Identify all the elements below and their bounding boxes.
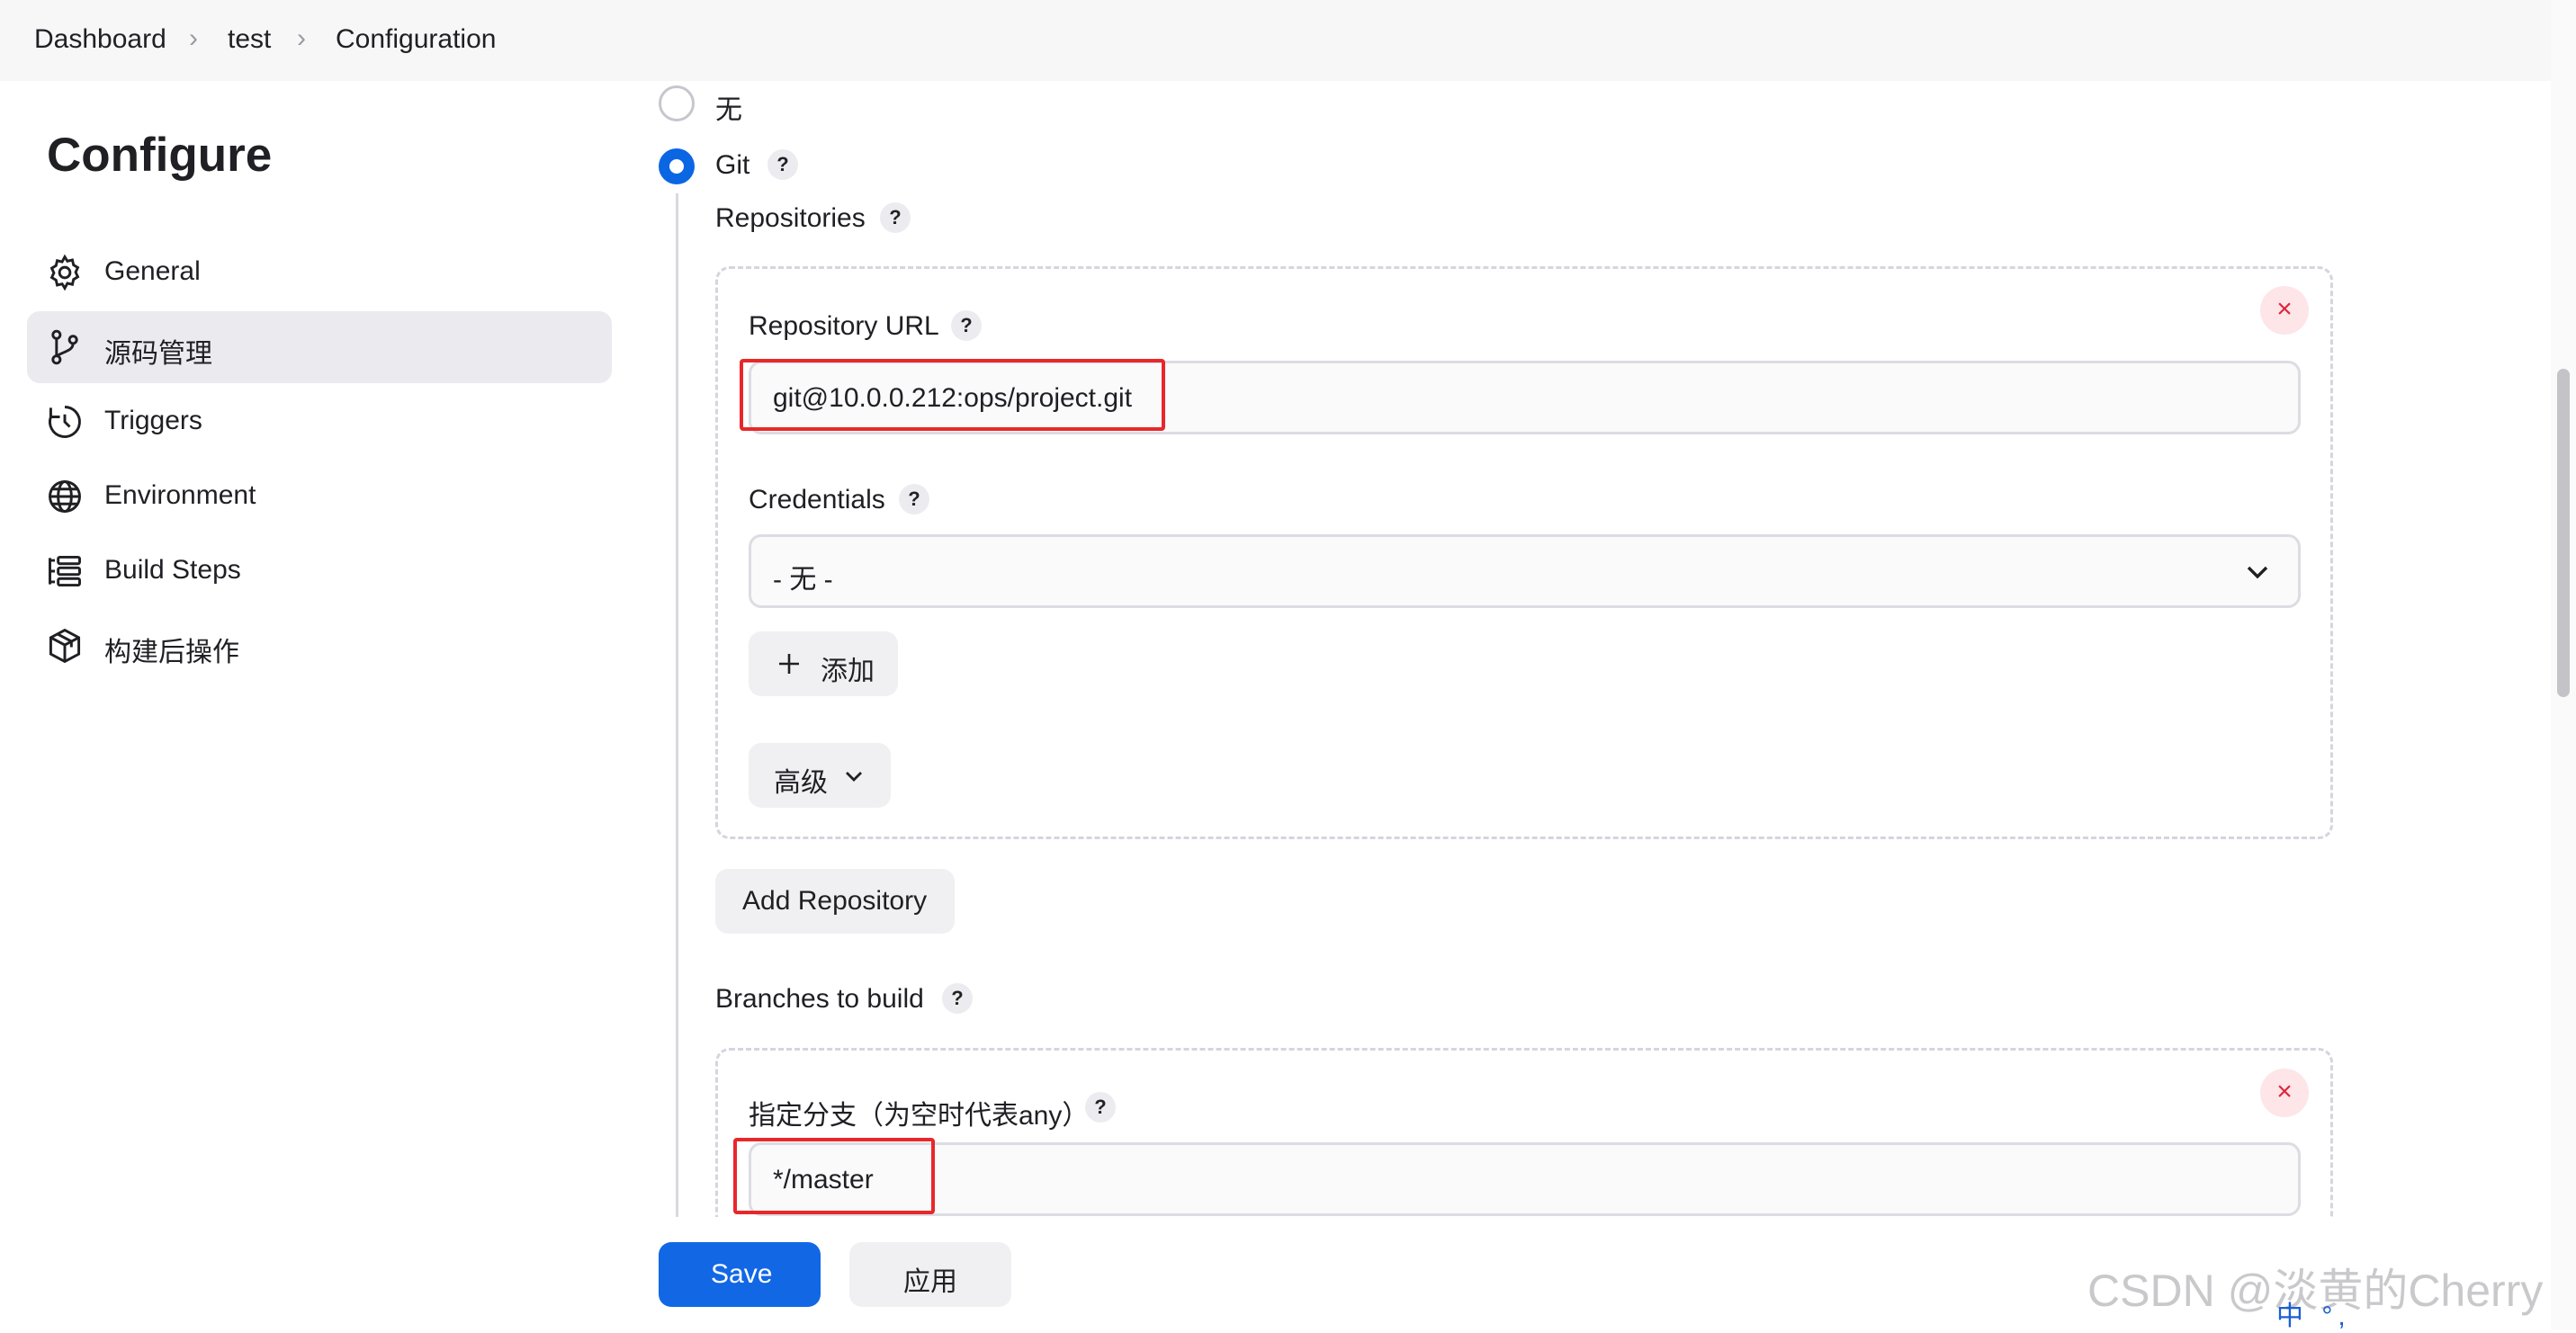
ime-indicator[interactable]: 中 °, [2276,1302,2351,1331]
branches-label: Branches to build [715,984,924,1014]
package-icon [49,628,81,664]
scm-none-label: 无 [715,95,742,125]
advanced-button[interactable]: 高级 [749,743,891,808]
scm-none-radio[interactable] [659,85,695,121]
sidebar-item-environment[interactable]: Environment [27,461,612,532]
help-icon[interactable]: ? [1085,1092,1116,1123]
help-icon[interactable]: ? [880,202,911,233]
delete-branch-button[interactable]: × [2260,1069,2309,1117]
help-icon[interactable]: ? [951,310,982,341]
save-label: Save [711,1259,773,1289]
credentials-select[interactable]: - 无 - [749,534,2301,608]
sidebar-item-post-build[interactable]: 构建后操作 [27,610,612,682]
help-icon[interactable]: ? [767,149,798,180]
globe-icon [49,480,81,513]
scm-git-radio[interactable] [659,148,695,184]
breadcrumb-bar: Dashboard › test › Configuration [0,0,2551,81]
section-guide-line [676,193,678,1219]
add-repository-button[interactable]: Add Repository [715,869,955,934]
sidebar-item-label: Triggers [104,406,202,435]
branch-specifier-label: 指定分支（为空时代表any） [749,1101,1090,1131]
taskbar-tray: 中 °, [2276,1293,2551,1331]
sidebar-item-general[interactable]: General [27,237,612,309]
highlight-box [740,359,1165,431]
chevron-down-icon [846,772,862,782]
chevron-down-icon [2247,566,2268,579]
sidebar-item-build-steps[interactable]: Build Steps [27,535,612,607]
clock-icon [49,406,81,438]
credentials-label: Credentials [749,485,885,514]
sidebar-item-label: 构建后操作 [104,638,239,667]
highlight-box [733,1138,935,1214]
advanced-label: 高级 [774,768,828,798]
breadcrumb-test[interactable]: test [228,24,271,55]
repository-url-label: Repository URL [749,311,939,341]
breadcrumb-dashboard[interactable]: Dashboard [34,24,166,55]
sidebar-item-scm[interactable]: 源码管理 [27,311,612,383]
chevron-right-icon: › [297,23,306,53]
sidebar-item-label: 源码管理 [104,339,212,369]
sidebar-item-label: General [104,256,201,286]
help-icon[interactable]: ? [942,983,973,1014]
credentials-selected-value: - 无 - [773,565,833,595]
branch-icon [51,329,78,365]
scrollbar-thumb[interactable] [2557,369,2570,697]
delete-repository-button[interactable]: × [2260,286,2309,335]
branch-specifier-input[interactable]: */master [749,1142,2301,1216]
add-credentials-label: 添加 [821,657,875,686]
gear-icon [49,254,80,291]
add-repository-label: Add Repository [742,886,928,916]
repositories-label: Repositories [715,203,866,233]
sidebar-item-label: Build Steps [104,555,241,585]
scm-git-label: Git [715,150,750,180]
breadcrumb-configuration[interactable]: Configuration [336,24,496,55]
sidebar-item-label: Environment [104,480,256,510]
add-credentials-button[interactable]: 添加 [749,631,898,696]
save-button[interactable]: Save [659,1242,821,1307]
plus-icon [779,654,799,674]
chevron-right-icon: › [189,23,198,53]
sidebar-item-triggers[interactable]: Triggers [27,386,612,458]
page-title: Configure [47,129,273,182]
apply-label: 应用 [903,1267,957,1297]
help-icon[interactable]: ? [899,484,929,514]
apply-button[interactable]: 应用 [849,1242,1011,1307]
list-icon [49,555,81,587]
